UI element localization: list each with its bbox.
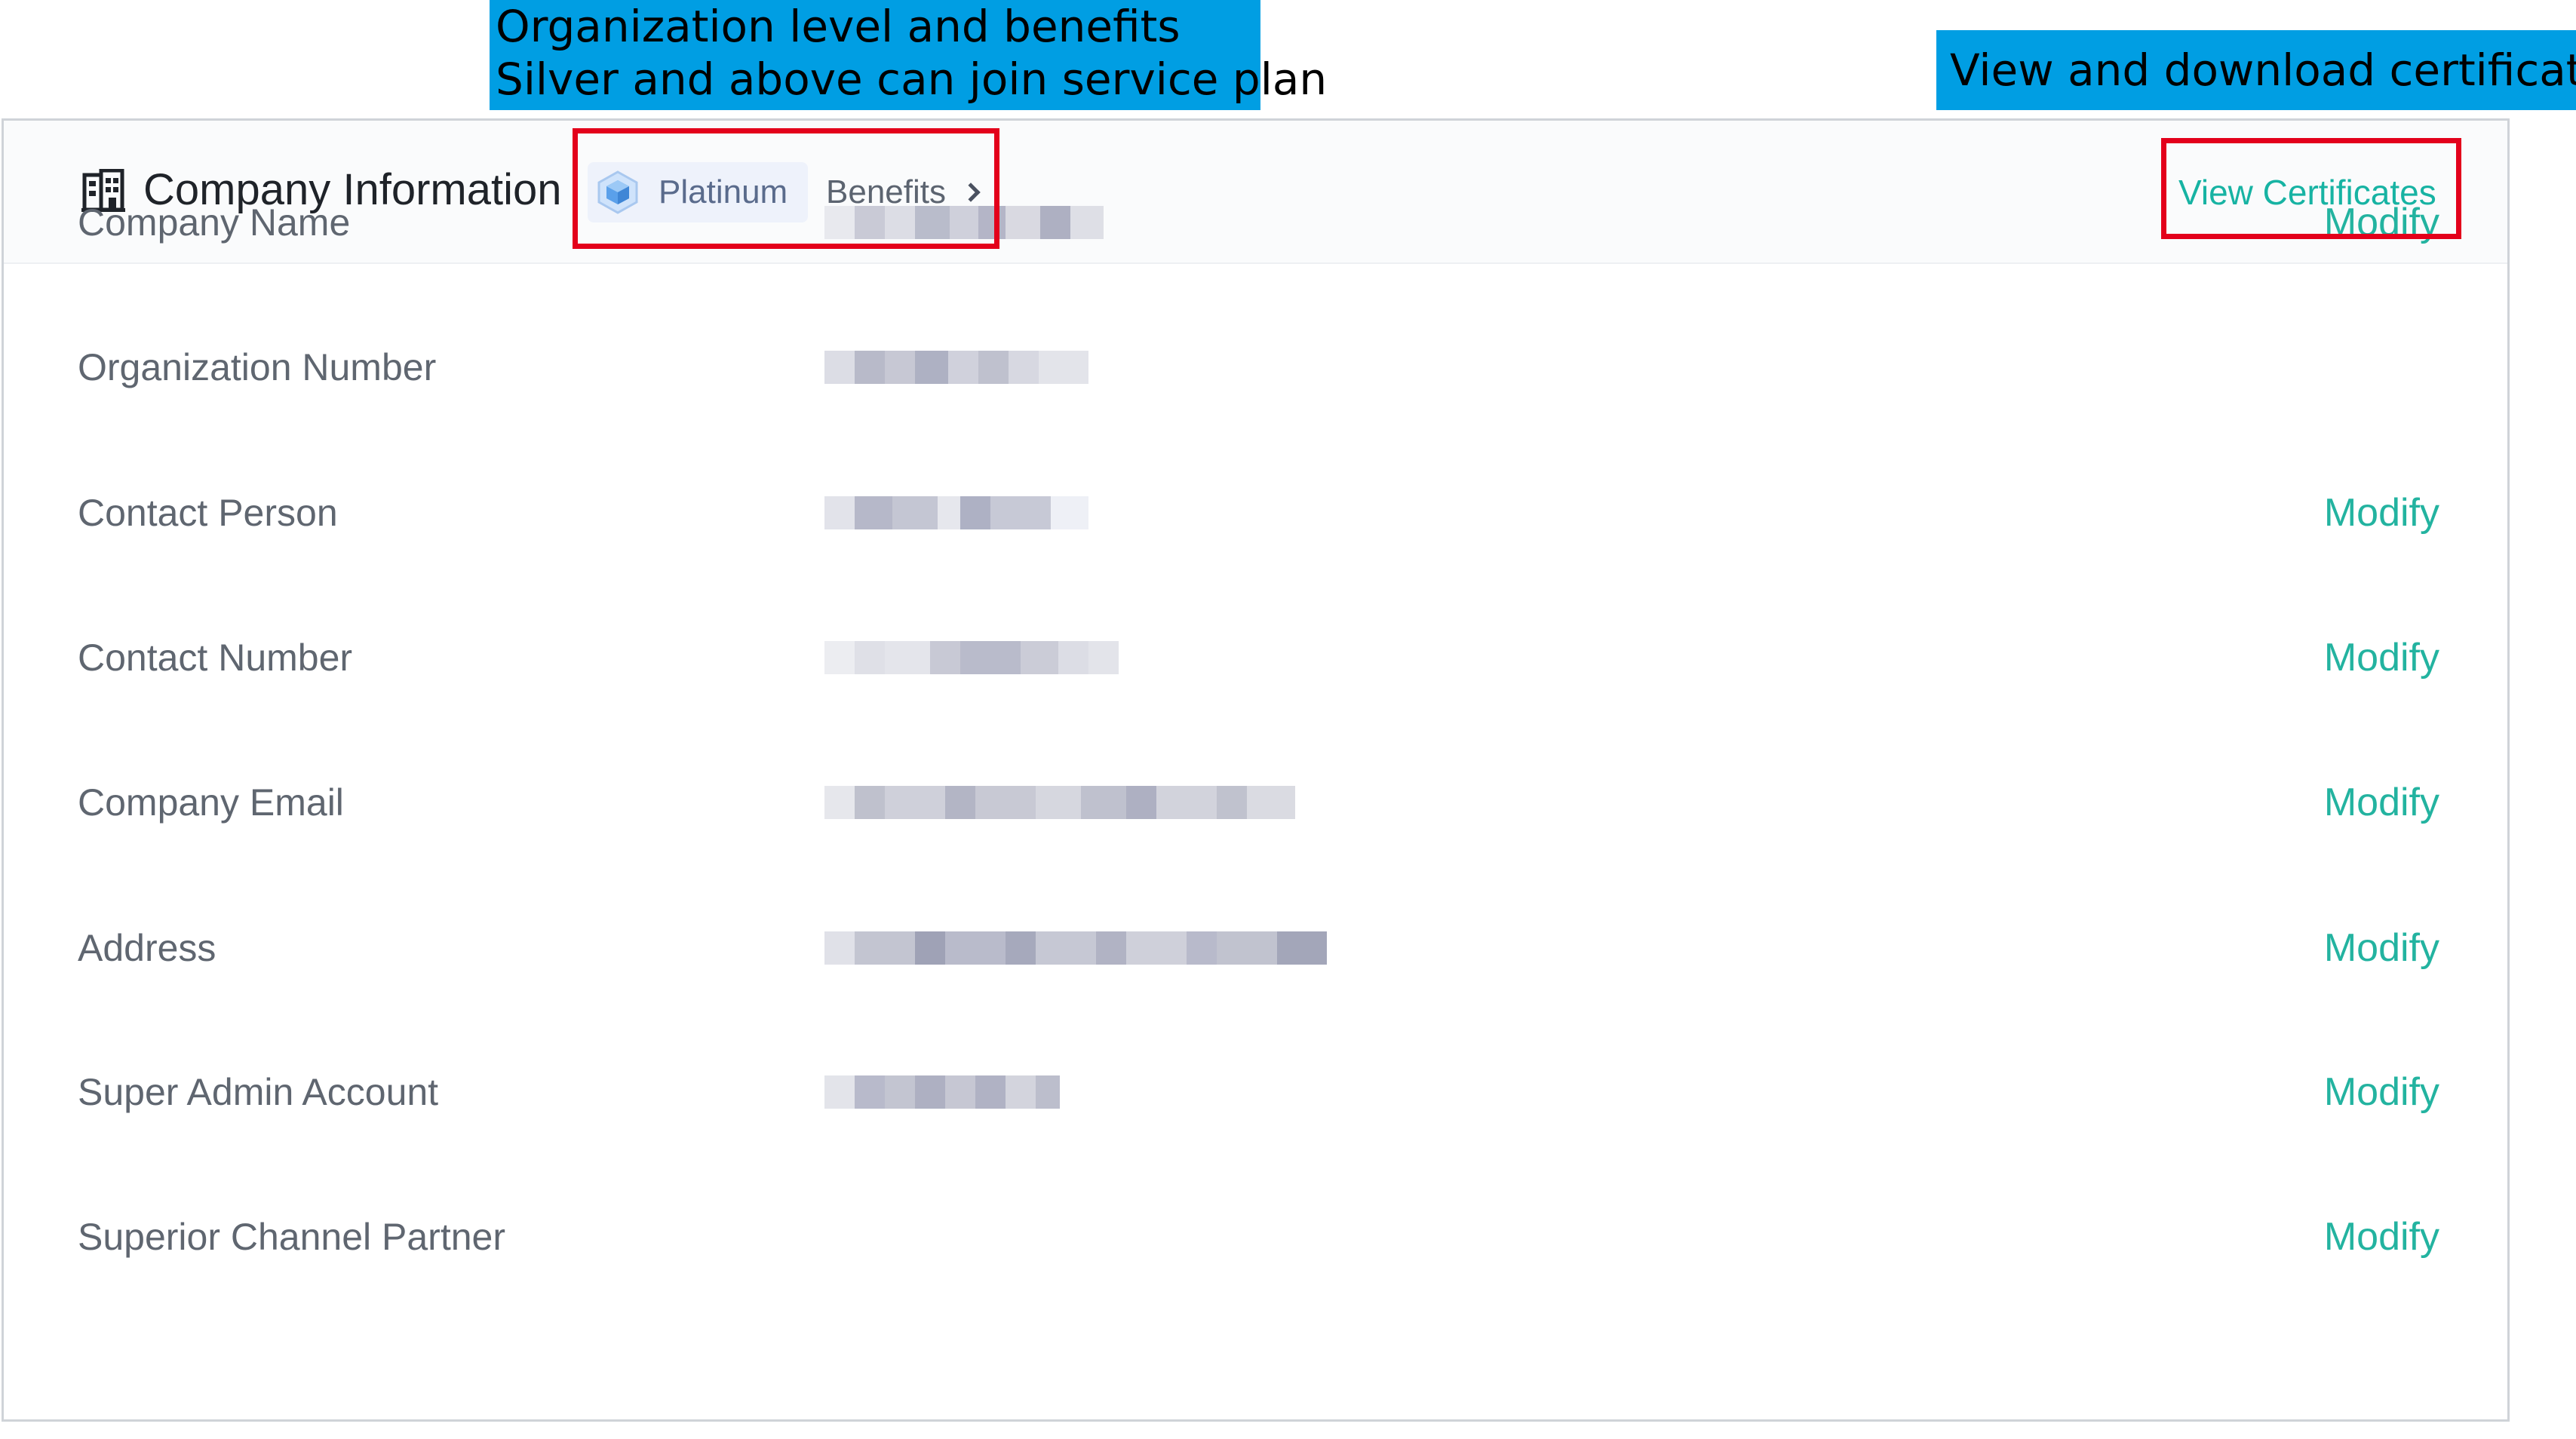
redacted-block bbox=[855, 931, 915, 965]
redacted-block bbox=[1036, 786, 1081, 819]
info-row: Address Modify bbox=[4, 910, 2507, 986]
info-row: Company Email Modify bbox=[4, 765, 2507, 840]
redacted-block bbox=[1217, 931, 1277, 965]
modify-link[interactable]: Modify bbox=[2324, 765, 2439, 840]
info-row: Contact Person Modify bbox=[4, 475, 2507, 551]
level-benefits-callout: Organization level and benefits Silver a… bbox=[490, 0, 1328, 110]
redacted-block bbox=[1126, 786, 1156, 819]
modify-link[interactable]: Modify bbox=[2324, 475, 2439, 551]
company-info-card: Company Information Platinum Benefits Vi… bbox=[2, 118, 2510, 1422]
redacted-block bbox=[1217, 786, 1247, 819]
redacted-block bbox=[990, 496, 1051, 529]
redacted-block bbox=[855, 786, 885, 819]
redacted-block bbox=[824, 931, 855, 965]
redacted-block bbox=[1277, 931, 1327, 965]
redacted-block bbox=[855, 351, 885, 384]
redacted-block bbox=[960, 496, 990, 529]
redacted-block bbox=[1009, 351, 1039, 384]
redacted-block bbox=[885, 1075, 915, 1109]
redacted-block bbox=[1070, 206, 1104, 239]
row-label: Superior Channel Partner bbox=[78, 1216, 505, 1258]
redacted-block bbox=[1126, 931, 1187, 965]
redacted-block bbox=[885, 351, 915, 384]
redacted-block bbox=[1187, 931, 1217, 965]
redacted-block bbox=[885, 641, 930, 674]
modify-link[interactable]: Modify bbox=[2324, 1199, 2439, 1275]
modify-link[interactable]: Modify bbox=[2324, 620, 2439, 695]
row-label: Address bbox=[78, 927, 216, 969]
redacted-block bbox=[1036, 1075, 1060, 1109]
redacted-block bbox=[1039, 351, 1088, 384]
redacted-block bbox=[1006, 931, 1036, 965]
redacted-block bbox=[1006, 206, 1040, 239]
redacted-block bbox=[855, 641, 885, 674]
callout-line-1: Organization level and benefits bbox=[496, 1, 1181, 52]
info-row: Contact Number Modify bbox=[4, 620, 2507, 695]
redacted-block bbox=[1036, 931, 1096, 965]
redacted-block bbox=[1081, 786, 1126, 819]
redacted-block bbox=[938, 496, 960, 529]
redacted-block bbox=[824, 496, 855, 529]
row-label: Contact Number bbox=[78, 637, 353, 679]
redacted-block bbox=[1088, 641, 1119, 674]
modify-link[interactable]: Modify bbox=[2324, 1054, 2439, 1130]
redacted-block bbox=[1247, 786, 1295, 819]
row-label: Organization Number bbox=[78, 346, 437, 388]
redacted-block bbox=[855, 496, 892, 529]
redacted-block bbox=[892, 496, 938, 529]
certificate-callout: View and download certificate bbox=[1936, 30, 2576, 110]
row-label: Super Admin Account bbox=[78, 1071, 439, 1113]
redacted-block bbox=[885, 786, 945, 819]
redacted-block bbox=[1040, 206, 1070, 239]
level-highlight-frame bbox=[573, 128, 999, 249]
modify-link[interactable]: Modify bbox=[2324, 910, 2439, 986]
redacted-block bbox=[945, 1075, 975, 1109]
redacted-block bbox=[824, 1075, 855, 1109]
row-label: Contact Person bbox=[78, 492, 338, 534]
redacted-block bbox=[1021, 641, 1058, 674]
redacted-block bbox=[978, 351, 1009, 384]
redacted-block bbox=[960, 641, 1021, 674]
callout-line-2: Silver and above can join service plan bbox=[496, 54, 1328, 105]
info-row: Super Admin Account Modify bbox=[4, 1054, 2507, 1130]
info-row: Organization Number bbox=[4, 330, 2507, 405]
row-label: Company Name bbox=[78, 201, 351, 244]
redacted-block bbox=[948, 351, 978, 384]
redacted-block bbox=[824, 641, 855, 674]
redacted-block bbox=[945, 931, 1006, 965]
redacted-block bbox=[824, 351, 855, 384]
certificate-highlight-frame bbox=[2161, 138, 2461, 239]
redacted-block bbox=[975, 786, 1036, 819]
info-row: Company Name Modify bbox=[4, 185, 2507, 260]
redacted-block bbox=[945, 786, 975, 819]
redacted-block bbox=[915, 931, 945, 965]
redacted-block bbox=[1156, 786, 1217, 819]
redacted-block bbox=[915, 1075, 945, 1109]
redacted-block bbox=[824, 786, 855, 819]
redacted-block bbox=[1096, 931, 1126, 965]
row-label: Company Email bbox=[78, 781, 344, 824]
info-row: Superior Channel Partner Modify bbox=[4, 1199, 2507, 1275]
redacted-block bbox=[1051, 496, 1088, 529]
redacted-block bbox=[1058, 641, 1088, 674]
redacted-block bbox=[975, 1075, 1006, 1109]
redacted-block bbox=[1006, 1075, 1036, 1109]
redacted-block bbox=[915, 351, 948, 384]
redacted-block bbox=[855, 1075, 885, 1109]
redacted-block bbox=[930, 641, 960, 674]
